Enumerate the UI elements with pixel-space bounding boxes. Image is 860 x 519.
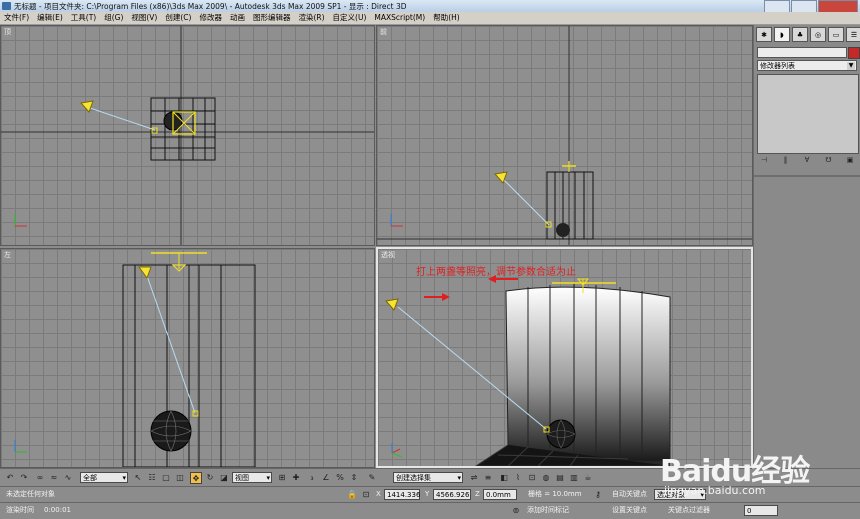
mirror-icon[interactable]: ⇌ xyxy=(468,472,480,484)
make-unique-icon[interactable]: ∀ xyxy=(800,156,814,166)
command-panel-tabs: ✱ ◗ ♣ ◎ ▭ ☰ xyxy=(756,27,860,42)
remove-modifier-icon[interactable]: ☋ xyxy=(822,156,836,166)
add-time-tag-button[interactable]: 添加时间标记 xyxy=(527,505,569,516)
scale-icon[interactable]: ◪ xyxy=(218,472,230,484)
y-coordinate-field[interactable]: 4566.926 xyxy=(433,489,471,500)
unlink-icon[interactable]: ≈ xyxy=(48,472,60,484)
render-time-value: 0:00:01 xyxy=(44,506,71,514)
schematic-view-icon[interactable]: ⊡ xyxy=(526,472,538,484)
grid-size-label: 栅格 = 10.0mm xyxy=(528,490,582,498)
create-tab-icon[interactable]: ✱ xyxy=(756,27,772,42)
menu-modifiers[interactable]: 修改器 xyxy=(195,12,226,24)
utilities-tab-icon[interactable]: ☰ xyxy=(846,27,860,42)
viewport-left-scene xyxy=(14,252,256,467)
undo-icon[interactable]: ↶ xyxy=(4,472,16,484)
configure-sets-icon[interactable]: ▣ xyxy=(843,156,857,166)
panel-divider xyxy=(754,175,860,177)
link-icon[interactable]: ∞ xyxy=(34,472,46,484)
viewport-top-scene xyxy=(1,26,374,245)
snap-3d-icon[interactable]: ₃ xyxy=(306,472,318,484)
y-label: Y xyxy=(425,490,430,498)
app-icon xyxy=(2,2,11,10)
render-time-label: 渲染时间 xyxy=(6,506,34,514)
spinner-snap-icon[interactable]: ⇕ xyxy=(348,472,360,484)
modifier-list-label: 修改器列表 xyxy=(760,62,795,70)
menu-graph-editors[interactable]: 图形编辑器 xyxy=(249,12,295,24)
menu-maxscript[interactable]: MAXScript(M) xyxy=(370,12,429,24)
z-coordinate-field[interactable]: 0.0mm xyxy=(483,489,517,500)
window-title: 无标题 - 项目文件夹: C:\Program Files (x86)\3ds … xyxy=(14,2,407,11)
material-editor-icon[interactable]: ◍ xyxy=(540,472,552,484)
bind-space-warp-icon[interactable]: ∿ xyxy=(62,472,74,484)
selection-status: 未选定任何对象 xyxy=(6,490,55,498)
menu-views[interactable]: 视图(V) xyxy=(127,12,161,24)
menu-bar: 文件(F) 编辑(E) 工具(T) 组(G) 视图(V) 创建(C) 修改器 动… xyxy=(0,12,860,25)
show-end-result-icon[interactable]: ‖ xyxy=(779,156,793,166)
menu-edit[interactable]: 编辑(E) xyxy=(33,12,67,24)
auto-key-button[interactable]: 自动关键点 xyxy=(612,489,647,500)
modify-tab-icon[interactable]: ◗ xyxy=(774,27,790,42)
percent-snap-icon[interactable]: % xyxy=(334,472,346,484)
absolute-mode-icon[interactable]: ⊡ xyxy=(360,489,372,501)
named-selection-dropdown[interactable]: 创建选择集 xyxy=(393,472,463,484)
edit-named-selection-icon[interactable]: ✎ xyxy=(366,472,378,484)
menu-create[interactable]: 创建(C) xyxy=(161,12,195,24)
stack-buttons: ⊣ ‖ ∀ ☋ ▣ xyxy=(757,156,857,168)
pin-stack-icon[interactable]: ⊣ xyxy=(757,156,771,166)
command-panel: ✱ ◗ ♣ ◎ ▭ ☰ 修改器列表 ▼ ⊣ ‖ ∀ ☋ ▣ xyxy=(753,25,860,467)
lock-icon[interactable]: 🔒 xyxy=(346,489,358,501)
menu-tools[interactable]: 工具(T) xyxy=(67,12,100,24)
modifier-stack[interactable] xyxy=(757,74,859,154)
menu-animation[interactable]: 动画 xyxy=(226,12,249,24)
modifier-list-dropdown[interactable]: 修改器列表 ▼ xyxy=(757,60,857,71)
reference-coord-dropdown[interactable]: 视图 xyxy=(232,472,272,484)
viewport-left[interactable]: 左 xyxy=(0,248,375,468)
object-color-swatch[interactable] xyxy=(848,47,860,59)
baidu-watermark: Baidu经验 jingyan.baidu.com xyxy=(660,432,860,512)
rotate-icon[interactable]: ↻ xyxy=(204,472,216,484)
z-label: Z xyxy=(475,490,480,498)
menu-group[interactable]: 组(G) xyxy=(100,12,127,24)
x-label: X xyxy=(376,490,381,498)
key-icon: ⚷ xyxy=(595,490,601,499)
viewport-top[interactable]: 顶 xyxy=(0,25,375,246)
menu-file[interactable]: 文件(F) xyxy=(0,12,33,24)
redo-icon[interactable]: ↷ xyxy=(18,472,30,484)
object-name-field[interactable] xyxy=(757,47,847,58)
quick-render-icon[interactable]: ☕ xyxy=(582,472,594,484)
select-by-name-icon[interactable]: ☷ xyxy=(146,472,158,484)
hierarchy-tab-icon[interactable]: ♣ xyxy=(792,27,808,42)
menu-help[interactable]: 帮助(H) xyxy=(429,12,464,24)
render-frame-icon[interactable]: ▥ xyxy=(568,472,580,484)
move-icon[interactable]: ✥ xyxy=(190,472,202,484)
window-crossing-icon[interactable]: ◫ xyxy=(174,472,186,484)
align-icon[interactable]: ≡ xyxy=(482,472,494,484)
menu-rendering[interactable]: 渲染(R) xyxy=(294,12,328,24)
selection-filter-dropdown[interactable]: 全部 xyxy=(80,472,128,484)
display-tab-icon[interactable]: ▭ xyxy=(828,27,844,42)
set-key-button[interactable]: 设置关键点 xyxy=(612,505,647,516)
watermark-url: jingyan.baidu.com xyxy=(664,484,766,497)
rect-select-icon[interactable]: ▢ xyxy=(160,472,172,484)
window-controls xyxy=(763,0,858,13)
chevron-down-icon: ▼ xyxy=(847,62,855,70)
render-setup-icon[interactable]: ▤ xyxy=(554,472,566,484)
angle-snap-icon[interactable]: ∠ xyxy=(320,472,332,484)
viewport-front[interactable]: 前 xyxy=(376,25,753,246)
pivot-icon[interactable]: ⊞ xyxy=(276,472,288,484)
x-coordinate-field[interactable]: 1414.336 xyxy=(384,489,420,500)
layer-manager-icon[interactable]: ◧ xyxy=(498,472,510,484)
select-icon[interactable]: ↖ xyxy=(132,472,144,484)
title-bar: 无标题 - 项目文件夹: C:\Program Files (x86)\3ds … xyxy=(0,0,860,13)
select-manipulate-icon[interactable]: ✚ xyxy=(290,472,302,484)
motion-tab-icon[interactable]: ◎ xyxy=(810,27,826,42)
add-time-tag-icon[interactable]: ⊚ xyxy=(510,505,522,517)
viewport-front-scene xyxy=(377,26,752,245)
curve-editor-icon[interactable]: ⌇ xyxy=(512,472,524,484)
menu-customize[interactable]: 自定义(U) xyxy=(329,12,371,24)
